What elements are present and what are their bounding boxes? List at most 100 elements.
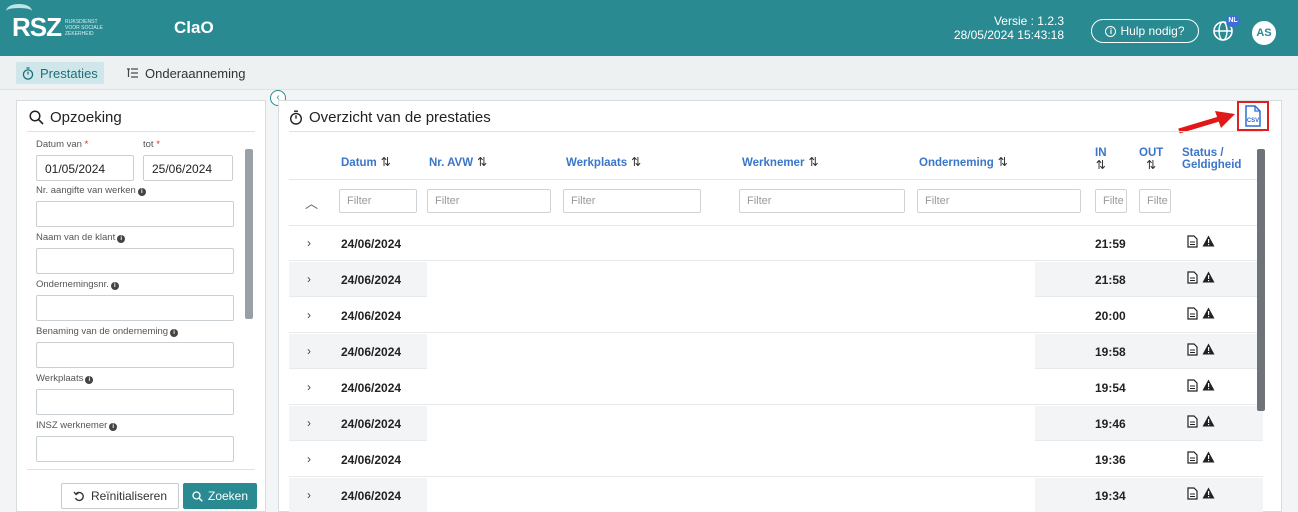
expand-row-icon[interactable]: › [307,488,311,502]
row-datum: 24/06/2024 [341,273,402,287]
info-icon[interactable]: i [170,329,179,337]
warning-icon[interactable] [1202,451,1215,463]
table-row[interactable]: › 24/06/2024 19:58 [289,334,1263,369]
reset-label: Reïnitialiseren [90,489,168,503]
warning-icon[interactable] [1202,487,1215,499]
row-in: 19:58 [1095,345,1126,359]
filter-werkplaats[interactable]: Filter [563,189,701,213]
reset-button[interactable]: Reïnitialiseren [61,483,179,509]
table-row[interactable]: › 24/06/2024 19:36 [289,442,1263,477]
row-status-icons [1187,271,1215,284]
search-button[interactable]: Zoeken [183,483,257,509]
date-to-label: tot * [143,139,160,150]
warning-icon[interactable] [1202,415,1215,427]
table-row[interactable]: › 24/06/2024 21:59 [289,226,1263,261]
col-header-in[interactable]: IN ⇅ [1095,147,1107,171]
search-label: Zoeken [207,489,249,503]
row-status-icons [1187,343,1215,356]
overview-title: Overzicht van de prestaties [289,109,491,126]
collapse-all-icon[interactable]: ︿ [305,193,318,212]
warning-icon[interactable] [1202,271,1215,283]
col-header-nr-avw[interactable]: Nr. AVW ⇅ [429,155,487,169]
document-icon[interactable] [1187,379,1198,392]
table-row[interactable]: › 24/06/2024 21:58 [289,262,1263,297]
filter-nr-avw[interactable]: Filter [427,189,551,213]
table-row[interactable]: › 24/06/2024 19:54 [289,370,1263,405]
info-icon[interactable]: i [137,188,146,196]
sort-icon[interactable]: ⇅ [631,155,641,169]
field-label-ondernemingsnr: Ondernemingsnr. i [36,279,119,290]
filter-werknemer[interactable]: Filter [739,189,905,213]
date-from-input[interactable]: 01/05/2024 [36,155,134,181]
svg-text:CSV: CSV [1247,118,1259,124]
warning-icon[interactable] [1202,307,1215,319]
sort-icon[interactable]: ⇅ [381,155,391,169]
naam-klant-input[interactable] [36,248,234,274]
sort-icon[interactable]: ⇅ [998,155,1008,169]
col-header-out[interactable]: OUT ⇅ [1139,147,1163,171]
info-icon[interactable]: i [85,376,94,384]
benaming-input[interactable] [36,342,234,368]
tab-prestaties[interactable]: Prestaties [16,62,104,84]
col-header-datum[interactable]: Datum ⇅ [341,155,391,169]
ondernemingsnr-input[interactable] [36,295,234,321]
field-label-insz: INSZ werknemer i [36,420,118,431]
table-scrollbar[interactable] [1257,149,1265,411]
col-header-werknemer[interactable]: Werknemer ⇅ [742,155,819,169]
insz-input[interactable] [36,436,234,462]
row-status-icons [1187,415,1215,428]
document-icon[interactable] [1187,271,1198,284]
main-nav: Prestaties Onderaanneming [0,56,1298,90]
filter-onderneming[interactable]: Filter [917,189,1081,213]
language-badge[interactable]: NL [1226,15,1240,27]
tab-onderaanneming[interactable]: Onderaanneming [120,62,251,84]
divider [27,131,255,132]
info-icon[interactable]: i [117,235,126,243]
expand-row-icon[interactable]: › [307,380,311,394]
help-button[interactable]: i Hulp nodig? [1091,19,1199,43]
document-icon[interactable] [1187,307,1198,320]
info-icon[interactable]: i [110,282,119,290]
table-row[interactable]: › 24/06/2024 19:34 [289,478,1263,512]
expand-row-icon[interactable]: › [307,452,311,466]
table-row[interactable]: › 24/06/2024 20:00 [289,298,1263,333]
redacted-area [427,478,1035,512]
info-icon[interactable]: i [109,423,118,431]
document-icon[interactable] [1187,451,1198,464]
filter-datum[interactable]: Filter [339,189,417,213]
document-icon[interactable] [1187,415,1198,428]
expand-row-icon[interactable]: › [307,272,311,286]
filter-in[interactable]: Filte [1095,189,1127,213]
sort-icon[interactable]: ⇅ [477,155,487,169]
werkplaats-input[interactable] [36,389,234,415]
user-avatar[interactable]: AS [1252,21,1276,45]
date-to-input[interactable]: 25/06/2024 [143,155,233,181]
col-header-onderneming[interactable]: Onderneming ⇅ [919,155,1008,169]
filter-out[interactable]: Filte [1139,189,1171,213]
tab-prestaties-label: Prestaties [40,65,98,81]
col-header-werkplaats[interactable]: Werkplaats ⇅ [566,155,641,169]
expand-row-icon[interactable]: › [307,236,311,250]
field-label-werkplaats: Werkplaats i [36,373,94,384]
document-icon[interactable] [1187,343,1198,356]
expand-row-icon[interactable]: › [307,416,311,430]
warning-icon[interactable] [1202,379,1215,391]
csv-export-button[interactable]: CSV [1237,101,1269,131]
document-icon[interactable] [1187,235,1198,248]
expand-row-icon[interactable]: › [307,308,311,322]
rsz-logo[interactable]: RSZ RIJKSDIENST VOOR SOCIALE ZEKERHEID [6,4,105,43]
stopwatch-icon [22,66,34,80]
row-datum: 24/06/2024 [341,345,402,359]
warning-icon[interactable] [1202,343,1215,355]
expand-row-icon[interactable]: › [307,344,311,358]
col-header-status[interactable]: Status / Geldigheid [1182,147,1241,171]
nr-aangifte-input[interactable] [36,201,234,227]
date-from-label: Datum van * [36,139,89,150]
sort-icon[interactable]: ⇅ [1095,159,1107,171]
warning-icon[interactable] [1202,235,1215,247]
search-panel-scrollbar[interactable] [245,149,253,319]
sort-icon[interactable]: ⇅ [1139,159,1163,171]
sort-icon[interactable]: ⇅ [808,155,818,169]
document-icon[interactable] [1187,487,1198,500]
table-row[interactable]: › 24/06/2024 19:46 [289,406,1263,441]
